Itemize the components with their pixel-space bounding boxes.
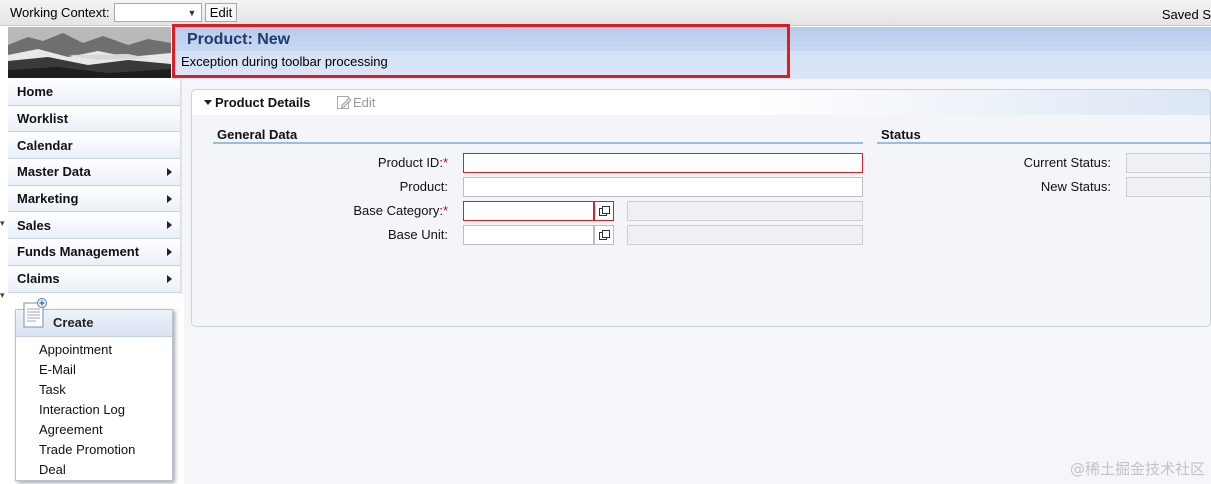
create-menu-header: Create [16, 298, 172, 337]
create-trade-promotion-link[interactable]: Trade Promotion [16, 440, 172, 460]
create-menu-title: Create [53, 315, 94, 330]
nav-item-marketing[interactable]: Marketing [8, 185, 180, 213]
create-menu: Create Appointment E-Mail Task Interacti… [15, 298, 173, 481]
product-description-input[interactable] [463, 177, 863, 197]
nav-item-label: Sales [17, 217, 51, 233]
navigation-bar: Home Worklist Calendar Master Data Marke… [8, 79, 180, 293]
submenu-arrow-icon [167, 221, 172, 230]
nav-item-worklist[interactable]: Worklist [8, 105, 180, 133]
current-status-label: Current Status: [1023, 155, 1111, 170]
status-title: Status [881, 127, 921, 142]
create-task-link[interactable]: Task [16, 380, 172, 400]
current-status-field [1126, 153, 1211, 173]
base-unit-label: Base Unit: [388, 227, 448, 242]
nav-item-label: Claims [17, 271, 60, 287]
new-status-field[interactable] [1126, 177, 1211, 197]
working-context-edit-button[interactable]: Edit [205, 3, 237, 22]
edge-marker-icon: ▾ [0, 218, 5, 228]
error-message: Exception during toolbar processing [181, 54, 388, 69]
base-unit-value-help-button[interactable] [594, 225, 614, 245]
nav-item-label: Marketing [17, 191, 79, 207]
status-divider [877, 142, 1211, 144]
general-data-title: General Data [217, 127, 298, 142]
product-id-input[interactable] [463, 153, 863, 173]
nav-item-label: Funds Management [17, 244, 140, 260]
submenu-arrow-icon [167, 248, 172, 257]
create-agreement-link[interactable]: Agreement [16, 420, 172, 440]
working-context-label: Working Context: [10, 5, 110, 20]
submenu-arrow-icon [167, 194, 172, 203]
collapse-triangle-icon[interactable] [204, 100, 212, 105]
create-appointment-link[interactable]: Appointment [16, 340, 172, 360]
nav-item-home[interactable]: Home [8, 79, 180, 106]
create-deal-link[interactable]: Deal [16, 460, 172, 480]
nav-item-calendar[interactable]: Calendar [8, 132, 180, 160]
edge-marker-icon: ▾ [0, 290, 5, 300]
nav-item-master-data[interactable]: Master Data [8, 159, 180, 186]
base-category-input[interactable] [463, 201, 594, 221]
nav-item-sales[interactable]: Sales [8, 212, 180, 240]
nav-item-label: Worklist [17, 111, 69, 127]
general-data-divider [213, 142, 863, 144]
create-email-link[interactable]: E-Mail [16, 360, 172, 380]
nav-item-label: Master Data [17, 164, 91, 180]
submenu-arrow-icon [167, 168, 172, 177]
edit-pencil-icon [337, 96, 352, 109]
nav-item-claims[interactable]: Claims [8, 265, 180, 293]
product-id-label: Product ID:* [377, 155, 448, 170]
new-status-label: New Status: [1040, 179, 1111, 194]
watermark-text: @稀土掘金技术社区 [1069, 460, 1205, 478]
base-category-label: Base Category:* [353, 203, 448, 218]
submenu-arrow-icon [167, 274, 172, 283]
base-category-description [627, 201, 863, 221]
page-header: Product: New Exception during toolbar pr… [172, 27, 1211, 79]
value-help-icon [598, 205, 610, 216]
page-title: Product: New [187, 31, 291, 48]
create-menu-list: Appointment E-Mail Task Interaction Log … [16, 337, 172, 480]
page-header-title-bar [172, 27, 1211, 51]
working-context-select[interactable]: ▼ [114, 3, 202, 22]
nav-item-label: Home [17, 84, 54, 100]
create-interaction-log-link[interactable]: Interaction Log [16, 400, 172, 420]
new-document-icon [23, 298, 47, 328]
value-help-icon [598, 229, 610, 240]
panel-edit-button[interactable]: Edit [353, 95, 375, 110]
product-label: Product: [399, 179, 448, 194]
company-logo-image [8, 27, 171, 78]
nav-item-funds-management[interactable]: Funds Management [8, 239, 180, 266]
base-unit-input[interactable] [463, 225, 594, 245]
panel-title[interactable]: Product Details [215, 95, 310, 110]
chevron-down-icon[interactable]: ▼ [183, 4, 201, 21]
saved-searches-link[interactable]: Saved S [1162, 7, 1211, 22]
base-category-value-help-button[interactable] [594, 201, 614, 221]
top-bar: Working Context: ▼ Edit Saved S [0, 0, 1211, 26]
base-unit-description [627, 225, 863, 245]
nav-item-label: Calendar [17, 137, 73, 153]
